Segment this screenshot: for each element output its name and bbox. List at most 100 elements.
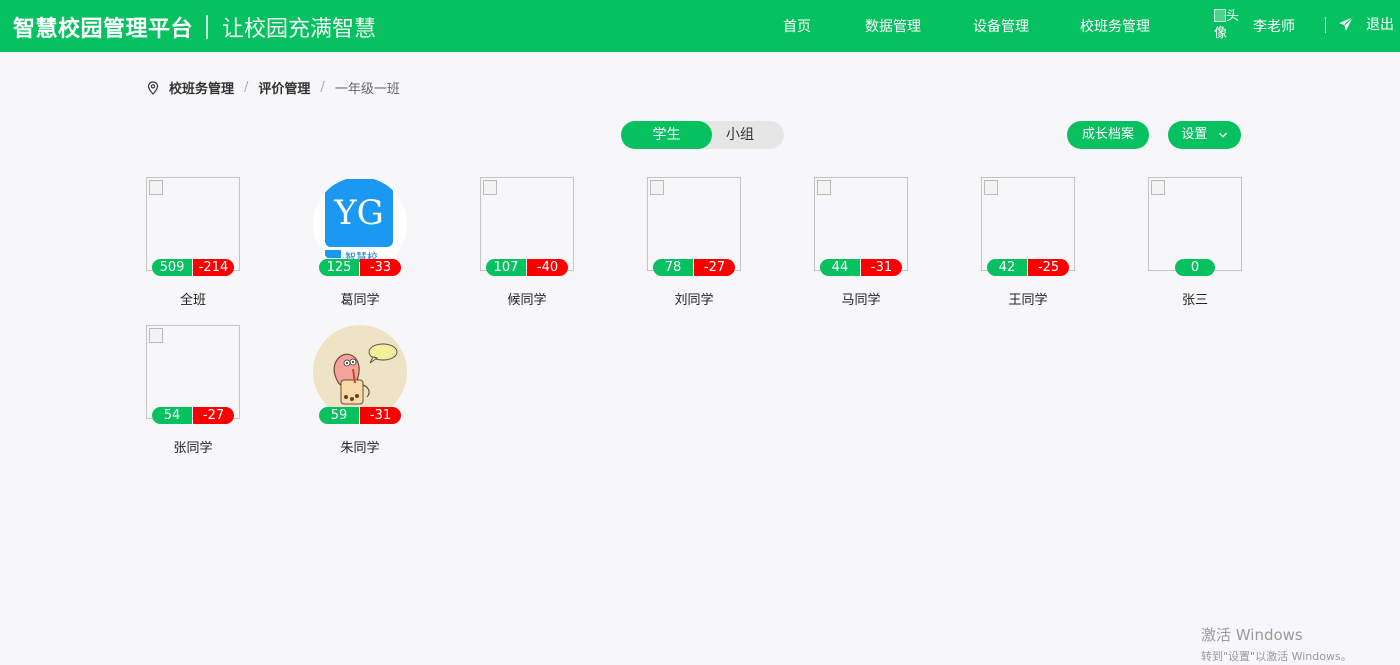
brand-divider	[206, 15, 209, 39]
yg-logo: YG	[325, 179, 393, 247]
positive-score: 59	[319, 407, 359, 424]
student-avatar	[814, 177, 908, 271]
student-avatar	[647, 177, 741, 271]
positive-score: 107	[486, 259, 526, 276]
broken-image-icon	[149, 180, 163, 195]
score-badges: 59 -31	[319, 407, 401, 424]
cartoon-avatar-image	[313, 325, 407, 419]
student-card[interactable]: 54 -27 张同学	[146, 325, 240, 456]
positive-score: 509	[152, 259, 192, 276]
logout-label: 退出	[1366, 17, 1394, 33]
positive-score: 0	[1175, 259, 1215, 276]
breadcrumb-separator: /	[244, 80, 249, 95]
growth-archive-label: 成长档案	[1081, 127, 1134, 142]
score-badges: 42 -25	[987, 259, 1069, 276]
app-slogan: 让校园充满智慧	[222, 17, 377, 42]
breadcrumb-separator: /	[320, 80, 325, 95]
location-pin-icon	[147, 80, 159, 95]
breadcrumb-evaluation[interactable]: 评价管理	[258, 78, 310, 97]
chevron-down-icon	[1218, 132, 1227, 138]
student-name: 刘同学	[674, 293, 714, 308]
top-navigation-bar: 智慧校园管理平台 让校园充满智慧 首页 数据管理 设备管理 校班务管理 头 像 …	[0, 0, 1400, 52]
avatar-alt-text: 像	[1214, 26, 1228, 41]
student-avatar	[480, 177, 574, 271]
breadcrumb: 校班务管理 / 评价管理 / 一年级一班	[147, 78, 400, 97]
breadcrumb-class-affairs[interactable]: 校班务管理	[169, 78, 234, 97]
student-avatar	[1148, 177, 1242, 271]
logo-mark	[325, 250, 341, 258]
watermark-subtitle: 转到"设置"以激活 Windows。	[1201, 650, 1352, 663]
broken-image-icon	[984, 180, 998, 195]
username[interactable]: 李老师	[1253, 16, 1295, 36]
student-avatar	[146, 325, 240, 419]
app-name: 智慧校园管理平台	[13, 17, 194, 42]
negative-score: -27	[694, 259, 735, 276]
header-divider	[1325, 17, 1326, 33]
negative-score: -33	[360, 259, 401, 276]
student-name: 王同学	[1008, 293, 1048, 308]
send-icon	[1339, 17, 1353, 31]
settings-dropdown[interactable]: 设置	[1168, 121, 1241, 149]
user-avatar[interactable]: 头 像	[1214, 9, 1247, 43]
broken-image-icon	[483, 180, 497, 195]
positive-score: 44	[820, 259, 860, 276]
negative-score: -27	[193, 407, 234, 424]
negative-score: -214	[193, 259, 234, 276]
score-badges: 78 -27	[653, 259, 735, 276]
student-group-toggle: 学生 小组	[621, 121, 784, 149]
brand: 智慧校园管理平台 让校园充满智慧	[13, 11, 376, 43]
student-name: 葛同学	[340, 293, 380, 308]
student-card[interactable]: YG 智慧校 125 -33 葛同学	[313, 177, 407, 308]
score-badges: 0	[1175, 259, 1215, 276]
positive-score: 42	[987, 259, 1027, 276]
student-card[interactable]: 0 张三	[1148, 177, 1242, 308]
nav-home[interactable]: 首页	[783, 16, 811, 36]
avatar-alt-text: 头	[1226, 9, 1240, 24]
student-name: 全班	[179, 293, 206, 308]
student-card[interactable]: 107 -40 候同学	[480, 177, 574, 308]
nav-data-management[interactable]: 数据管理	[865, 16, 921, 36]
score-badges: 509 -214	[152, 259, 234, 276]
score-badges: 44 -31	[820, 259, 902, 276]
broken-image-icon	[817, 180, 831, 195]
positive-score: 78	[653, 259, 693, 276]
student-avatar	[313, 325, 407, 419]
broken-image-icon	[149, 328, 163, 343]
positive-score: 125	[319, 259, 359, 276]
broken-image-icon	[1214, 9, 1226, 22]
student-avatar: YG 智慧校	[313, 177, 407, 271]
negative-score: -31	[861, 259, 902, 276]
windows-activation-watermark: 激活 Windows 转到"设置"以激活 Windows。	[1201, 624, 1352, 664]
student-card[interactable]: 78 -27 刘同学	[647, 177, 741, 308]
negative-score: -31	[360, 407, 401, 424]
tab-students[interactable]: 学生	[621, 121, 712, 149]
student-avatar	[981, 177, 1075, 271]
student-card[interactable]: 59 -31 朱同学	[313, 325, 407, 456]
student-name: 朱同学	[340, 441, 380, 456]
user-info[interactable]: 头 像 李老师	[1214, 8, 1295, 44]
student-name: 候同学	[507, 293, 547, 308]
logout-button[interactable]: 退出	[1339, 14, 1394, 34]
breadcrumb-current-class: 一年级一班	[334, 82, 400, 97]
broken-image-icon	[1151, 180, 1165, 195]
negative-score: -25	[1028, 259, 1069, 276]
student-name: 张三	[1181, 293, 1208, 308]
nav-device-management[interactable]: 设备管理	[973, 16, 1029, 36]
tab-groups[interactable]: 小组	[712, 121, 784, 149]
negative-score: -40	[527, 259, 568, 276]
student-name: 马同学	[841, 293, 881, 308]
positive-score: 54	[152, 407, 192, 424]
nav-class-affairs[interactable]: 校班务管理	[1080, 16, 1150, 36]
student-avatar	[146, 177, 240, 271]
score-badges: 54 -27	[152, 407, 234, 424]
score-badges: 107 -40	[486, 259, 568, 276]
student-name: 张同学	[173, 441, 213, 456]
growth-archive-button[interactable]: 成长档案	[1067, 121, 1149, 149]
broken-image-icon	[650, 180, 664, 195]
watermark-title: 激活 Windows	[1201, 626, 1303, 644]
settings-label: 设置	[1181, 127, 1208, 142]
score-badges: 125 -33	[319, 259, 401, 276]
student-card[interactable]: 44 -31 马同学	[814, 177, 908, 308]
student-card[interactable]: 42 -25 王同学	[981, 177, 1075, 308]
student-card-whole-class[interactable]: 509 -214 全班	[146, 177, 240, 308]
